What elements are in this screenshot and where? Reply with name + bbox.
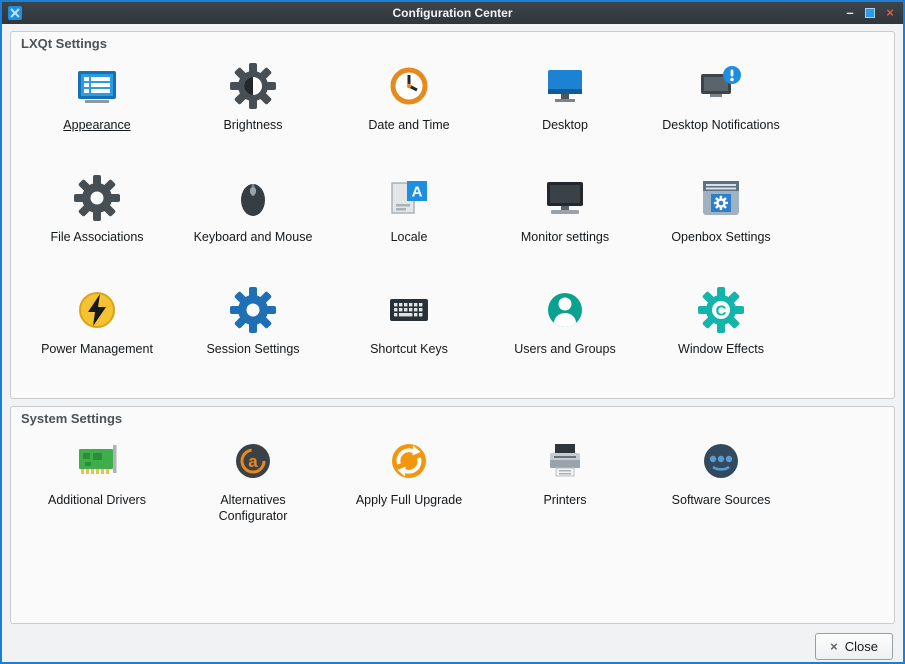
group-title: LXQt Settings xyxy=(21,36,107,51)
window-effects-icon: C xyxy=(697,286,745,334)
users-groups-icon xyxy=(541,286,589,334)
desktop-notifications-icon xyxy=(697,62,745,110)
launcher-label: Users and Groups xyxy=(514,342,615,358)
content-area: LXQt Settings Appearance xyxy=(2,24,903,664)
launcher-label: Keyboard and Mouse xyxy=(194,230,313,246)
launcher-session-settings[interactable]: Session Settings xyxy=(175,280,331,392)
maximize-button[interactable] xyxy=(865,8,875,18)
launcher-label: Printers xyxy=(543,493,586,509)
additional-drivers-icon xyxy=(73,437,121,485)
launcher-file-associations[interactable]: File Associations xyxy=(19,168,175,280)
launcher-brightness[interactable]: Brightness xyxy=(175,56,331,168)
software-sources-icon xyxy=(697,437,745,485)
launcher-label: Openbox Settings xyxy=(671,230,770,246)
group-lxqt-settings: LXQt Settings Appearance xyxy=(10,31,895,399)
printers-icon xyxy=(541,437,589,485)
launcher-label: Session Settings xyxy=(206,342,299,358)
locale-letter: A xyxy=(412,184,423,201)
launcher-label: Window Effects xyxy=(678,342,764,358)
apply-full-upgrade-icon xyxy=(385,437,433,485)
monitor-settings-icon xyxy=(541,174,589,222)
configuration-center-window: Configuration Center – × LXQt Settings xyxy=(0,0,905,664)
window-menu-icon[interactable] xyxy=(8,6,22,20)
file-associations-icon xyxy=(73,174,121,222)
launcher-alternatives-configurator[interactable]: a Alternatives Configurator xyxy=(175,431,331,543)
close-button-label: Close xyxy=(845,639,878,654)
launcher-apply-full-upgrade[interactable]: Apply Full Upgrade xyxy=(331,431,487,543)
session-settings-icon xyxy=(229,286,277,334)
launcher-power-management[interactable]: Power Management xyxy=(19,280,175,392)
launcher-software-sources[interactable]: Software Sources xyxy=(643,431,799,543)
window-title: Configuration Center xyxy=(2,6,903,20)
appearance-icon xyxy=(73,62,121,110)
launcher-label: Desktop xyxy=(542,118,588,134)
titlebar: Configuration Center – × xyxy=(2,2,903,24)
launcher-keyboard-mouse[interactable]: Keyboard and Mouse xyxy=(175,168,331,280)
launcher-openbox-settings[interactable]: Openbox Settings xyxy=(643,168,799,280)
alternatives-configurator-icon: a xyxy=(229,437,277,485)
brightness-icon xyxy=(229,62,277,110)
window-controls: – × xyxy=(843,6,897,20)
desktop-icon xyxy=(541,62,589,110)
group-title: System Settings xyxy=(21,411,122,426)
launcher-additional-drivers[interactable]: Additional Drivers xyxy=(19,431,175,543)
datetime-icon xyxy=(385,62,433,110)
locale-icon: A xyxy=(385,174,433,222)
launcher-label: Software Sources xyxy=(672,493,771,509)
system-grid: Additional Drivers a Alternatives Config… xyxy=(19,431,886,543)
launcher-monitor-settings[interactable]: Monitor settings xyxy=(487,168,643,280)
openbox-settings-icon xyxy=(697,174,745,222)
launcher-desktop[interactable]: Desktop xyxy=(487,56,643,168)
launcher-label: Power Management xyxy=(41,342,153,358)
launcher-label: Desktop Notifications xyxy=(662,118,779,134)
launcher-label: File Associations xyxy=(50,230,143,246)
alternatives-letter: a xyxy=(248,452,258,471)
close-button[interactable]: × Close xyxy=(815,633,893,660)
launcher-label: Date and Time xyxy=(368,118,449,134)
shortcut-keys-icon xyxy=(385,286,433,334)
launcher-shortcut-keys[interactable]: Shortcut Keys xyxy=(331,280,487,392)
launcher-label: Locale xyxy=(391,230,428,246)
launcher-label: Additional Drivers xyxy=(48,493,146,509)
footer: × Close xyxy=(10,631,895,664)
power-management-icon xyxy=(73,286,121,334)
launcher-label: Monitor settings xyxy=(521,230,609,246)
launcher-label: Apply Full Upgrade xyxy=(356,493,462,509)
launcher-locale[interactable]: A Locale xyxy=(331,168,487,280)
launcher-users-groups[interactable]: Users and Groups xyxy=(487,280,643,392)
launcher-label: Alternatives Configurator xyxy=(191,493,315,524)
minimize-button[interactable]: – xyxy=(843,6,857,20)
group-system-settings: System Settings xyxy=(10,406,895,624)
keyboard-mouse-icon xyxy=(229,174,277,222)
lxqt-grid: Appearance Brightness xyxy=(19,56,886,392)
close-button-icon: × xyxy=(830,639,838,654)
launcher-label: Shortcut Keys xyxy=(370,342,448,358)
launcher-desktop-notifications[interactable]: Desktop Notifications xyxy=(643,56,799,168)
launcher-label: Appearance xyxy=(63,118,130,134)
launcher-label: Brightness xyxy=(223,118,282,134)
window-effects-letter: C xyxy=(716,303,727,320)
launcher-date-time[interactable]: Date and Time xyxy=(331,56,487,168)
close-window-button[interactable]: × xyxy=(883,6,897,20)
launcher-printers[interactable]: Printers xyxy=(487,431,643,543)
launcher-appearance[interactable]: Appearance xyxy=(19,56,175,168)
launcher-window-effects[interactable]: C Window Effects xyxy=(643,280,799,392)
